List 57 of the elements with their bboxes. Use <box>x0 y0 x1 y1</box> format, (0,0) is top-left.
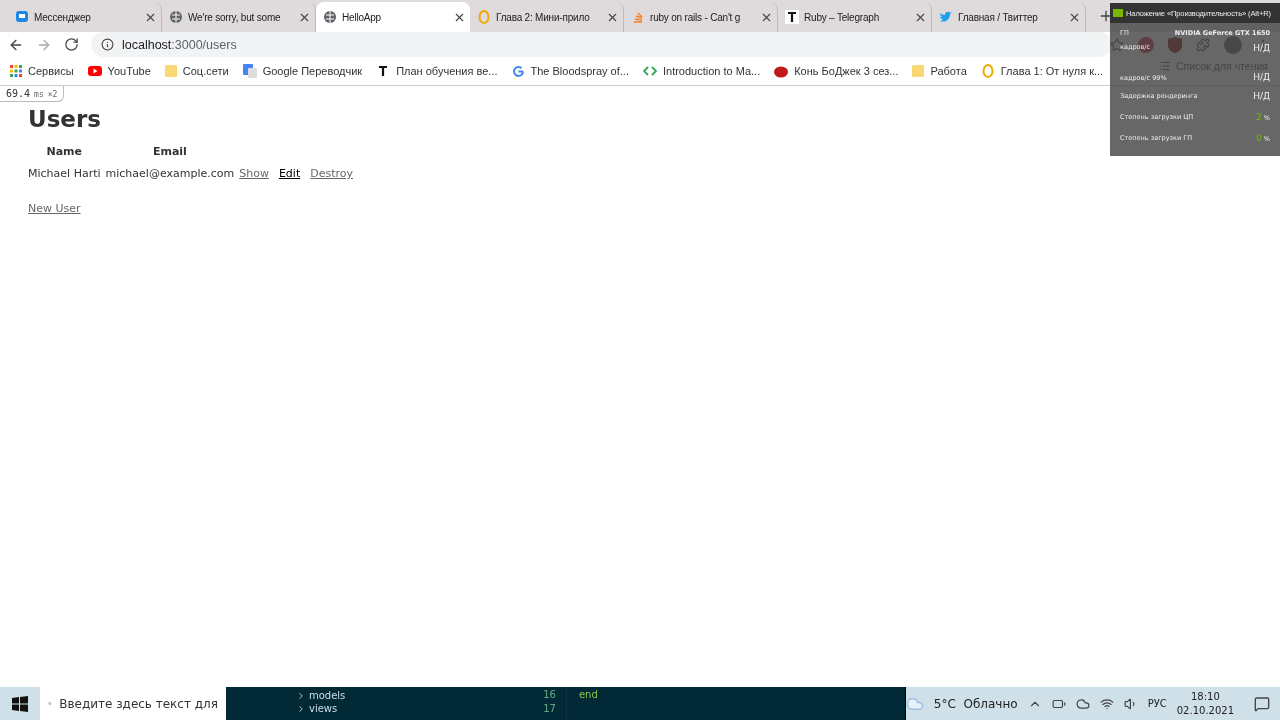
code-line: end <box>578 689 598 700</box>
new-user-link[interactable]: New User <box>28 202 81 215</box>
bookmark[interactable]: Конь БоДжек 3 сез... <box>774 64 899 78</box>
bookmark[interactable]: Сервисы <box>10 65 74 77</box>
ring-icon <box>980 64 995 78</box>
overlay-value: Н/Д <box>1253 43 1270 53</box>
line-number: 17 <box>543 703 556 714</box>
clock[interactable]: 18:10 02.10.2021 <box>1176 689 1234 718</box>
folder-tree-item[interactable]: models <box>295 690 501 701</box>
bookmark[interactable]: The Bloodspray of... <box>511 64 629 78</box>
overlay-value: Н/Д <box>1253 72 1270 82</box>
blob-icon <box>774 64 789 78</box>
ring-icon <box>477 10 491 24</box>
taskbar-search-field[interactable]: Введите здесь текст для <box>40 687 226 720</box>
language-indicator[interactable]: РУС <box>1147 698 1167 709</box>
cloud-sync-icon[interactable] <box>1075 696 1090 711</box>
nvidia-icon <box>1113 9 1123 17</box>
code-brackets-icon <box>642 66 657 76</box>
translate-icon <box>242 64 257 78</box>
bookmark[interactable]: Introduction to Ma... <box>642 65 761 77</box>
column-header: Email <box>151 144 188 160</box>
bookmark[interactable]: План обучения ве... <box>376 64 498 78</box>
folder-icon <box>164 64 177 78</box>
reload-icon[interactable] <box>64 37 79 52</box>
overlay-value: Н/Д <box>1253 90 1270 101</box>
action-link[interactable]: Destroy <box>310 167 354 180</box>
page-heading: Users <box>28 106 101 132</box>
weather-text[interactable]: 5°C Облачно <box>933 696 1018 711</box>
bookmark[interactable]: YouTube <box>87 65 151 77</box>
browser-tab[interactable]: HelloApp <box>316 2 470 32</box>
info-icon <box>101 38 114 51</box>
folder-icon <box>912 64 925 78</box>
windows-start-icon[interactable] <box>12 695 28 712</box>
profiler-badge[interactable]: 69.4 ms ×2 <box>0 86 65 102</box>
wifi-icon[interactable] <box>1099 696 1114 711</box>
action-link[interactable]: Edit <box>278 167 301 180</box>
bookmark[interactable]: Соц.сети <box>164 64 229 78</box>
column-header: Name <box>45 144 84 160</box>
bookmark[interactable]: Работа <box>912 64 967 78</box>
bookmark[interactable]: Глава 1: От нуля к... <box>980 64 1104 78</box>
video-play-icon <box>87 66 102 76</box>
g-letter-icon <box>511 64 525 78</box>
letter-t-icon <box>785 10 799 24</box>
action-link[interactable]: Show <box>239 167 269 180</box>
address-bar[interactable]: localhost:3000/users <box>91 32 1112 57</box>
bookmark[interactable]: Google Переводчик <box>242 64 363 78</box>
stack-icon <box>631 10 645 24</box>
bird-icon <box>939 10 953 24</box>
globe-icon <box>169 10 183 24</box>
notifications-icon[interactable] <box>1254 695 1270 712</box>
folder-tree-item[interactable]: views <box>295 703 501 714</box>
table-cell-text: michael@example.com <box>105 166 235 182</box>
table-cell-text: Michael Harti <box>28 166 101 182</box>
globe-icon <box>323 10 337 24</box>
chat-icon <box>15 10 29 24</box>
apps-grid-icon <box>10 65 22 77</box>
line-number: 16 <box>543 689 556 700</box>
